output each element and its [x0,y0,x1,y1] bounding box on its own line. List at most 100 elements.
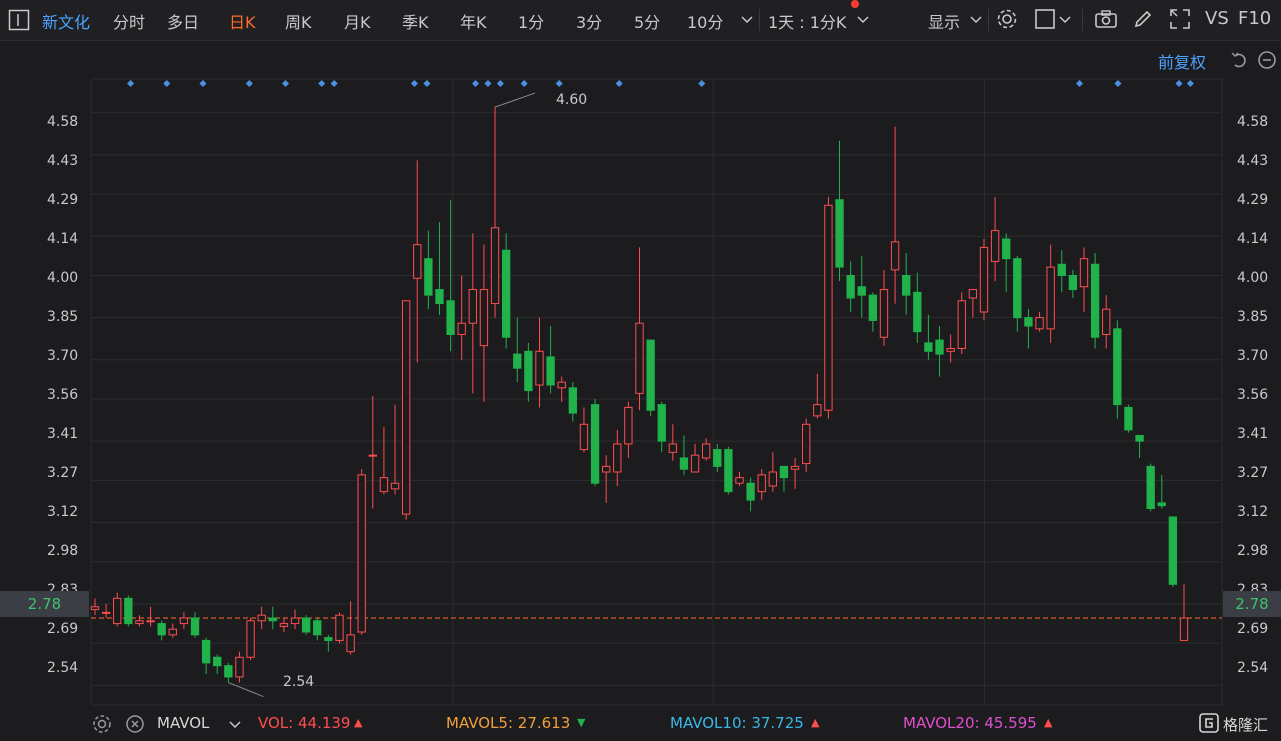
mavol10-value: MAVOL10: 37.725 [670,714,804,732]
more-periods-chevron-icon[interactable] [738,10,760,32]
event-marker [484,79,492,88]
candle-down [1168,516,1178,585]
sidebar-toggle-icon[interactable] [8,9,30,31]
y-tick-right: 2.69 [1237,621,1269,637]
layout-box-icon[interactable] [1034,8,1056,30]
period-select[interactable]: 1天 : 1分K [768,9,846,33]
candle-up [702,443,711,459]
candle-up [235,656,244,678]
candle-down [924,342,933,352]
event-marker [615,79,623,88]
current-price-tag-right: 2.78 [1223,591,1281,617]
indicator-select[interactable]: MAVOL [157,714,209,732]
indicator-close-icon[interactable] [125,714,147,736]
event-marker [1075,79,1084,88]
brand-name: 格隆汇 [1223,716,1269,734]
period-chevron-icon[interactable] [854,10,876,32]
vol-value: VOL: 44.139 [258,714,351,732]
candle-down [446,300,455,335]
candle-down [1124,406,1133,431]
candle-up [257,614,266,622]
candle-up [601,465,611,473]
low-annotation-leader [228,682,264,698]
tab-5min[interactable]: 5分 [634,9,660,33]
candle-up [579,423,589,451]
event-marker [245,79,253,88]
candle-down [213,656,222,667]
separator [988,9,989,31]
adjust-mode-button[interactable]: 前复权 [1158,49,1206,73]
candlestick-chart[interactable]: 前复权 4.58 4.43 4.29 4.14 4.00 3.85 3.70 3… [0,41,1281,706]
separator [759,9,760,31]
candle-down [424,258,433,296]
y-tick-left: 4.58 [47,114,79,130]
tab-3min[interactable]: 3分 [576,9,602,33]
candle-down [1135,435,1144,442]
camera-icon[interactable] [1094,8,1117,30]
mavol20-value: MAVOL20: 45.595 [903,714,1037,732]
collapse-minus-icon[interactable] [1257,50,1279,72]
stock-name[interactable]: 新文化 [42,9,90,33]
candle-down [1157,502,1166,507]
indicator-settings-gear-icon[interactable] [92,714,114,736]
candle-up [535,350,544,386]
display-chevron-icon[interactable] [967,10,989,32]
tab-weekly-k[interactable]: 周K [285,9,312,33]
candle-up [479,289,489,347]
fullscreen-icon[interactable] [1169,8,1191,30]
layout-chevron-icon[interactable] [1056,10,1078,32]
candle-down [524,350,533,392]
candle-down [846,275,855,299]
candle-up [1179,617,1189,641]
candle-down [679,457,689,470]
candle-up [290,617,300,625]
candle-down [190,617,200,636]
candle-down [657,404,666,442]
tab-monthly-k[interactable]: 月K [344,9,371,33]
candle-down [1090,263,1100,338]
candle-down [835,199,844,268]
tab-timeshare[interactable]: 分时 [113,9,145,33]
settings-gear-icon[interactable] [996,8,1018,30]
event-marker [318,79,326,88]
candle-up [635,322,644,394]
event-marker [1114,79,1122,88]
candle-up [135,620,144,625]
candle-down [301,617,311,633]
candle-up [735,477,744,484]
candle-up [690,454,700,473]
candle-up [457,322,466,335]
candle-down [224,665,233,678]
candle-up [557,381,566,389]
tab-1min[interactable]: 1分 [518,9,544,33]
tab-quarterly-k[interactable]: 季K [402,9,429,33]
candle-down [868,294,878,321]
indicator-chevron-icon[interactable] [226,715,248,737]
candle-down [935,339,944,355]
candle-down [201,639,211,664]
tab-daily-k[interactable]: 日K [229,9,256,33]
f10-button[interactable]: F10 [1238,8,1271,29]
tab-multiday[interactable]: 多日 [167,9,199,33]
chart-plot[interactable] [0,41,1281,706]
vs-compare-button[interactable]: VS [1205,8,1229,29]
undo-icon[interactable] [1229,50,1251,72]
candle-down [268,617,277,622]
candle-up [179,617,189,625]
display-menu[interactable]: 显示 [928,9,960,33]
y-tick-left: 3.41 [47,426,79,442]
tab-yearly-k[interactable]: 年K [460,9,487,33]
y-tick-right: 3.56 [1237,387,1269,403]
y-tick-left: 3.12 [47,504,79,520]
candle-up [968,289,978,299]
event-marker [423,79,431,88]
candle-up [990,230,1000,262]
candle-up [768,471,778,487]
indicator-bar: MAVOL VOL: 44.139 ▲ MAVOL5: 27.613 ▼ MAV… [0,706,1281,741]
y-tick-right: 3.70 [1237,348,1269,364]
edit-pencil-icon[interactable] [1132,8,1154,30]
candle-down [746,482,755,501]
event-marker [1175,79,1183,88]
y-tick-right: 4.00 [1237,270,1269,286]
tab-10min[interactable]: 10分 [687,9,723,33]
